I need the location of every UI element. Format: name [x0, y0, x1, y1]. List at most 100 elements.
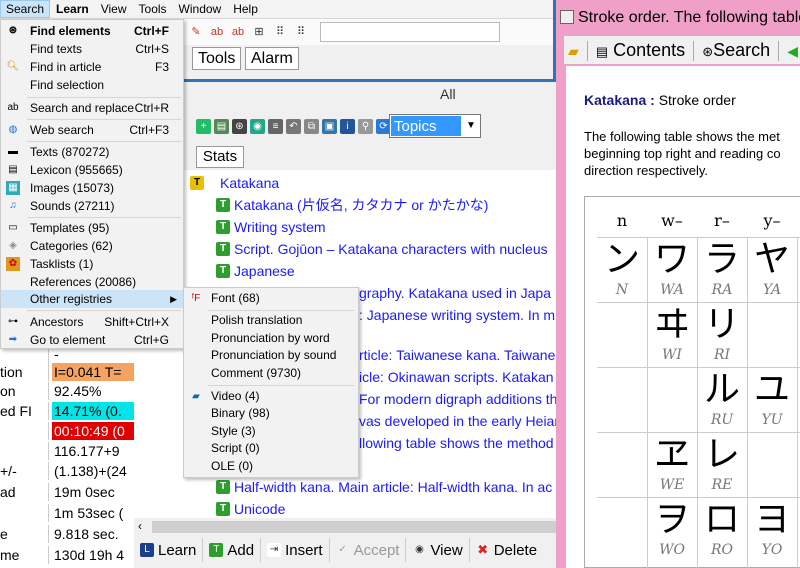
kana-cell: ユ YU: [753, 369, 790, 428]
topic-icon: T: [216, 480, 230, 494]
templates-icon: ▭: [8, 222, 18, 233]
toolbar-field[interactable]: [320, 22, 500, 42]
menu-tools[interactable]: Tools: [133, 0, 173, 18]
tree-row[interactable]: vas developed in the early Heian: [359, 410, 556, 432]
tree-row[interactable]: T Half-width kana. Main article: Half-wid…: [216, 476, 552, 498]
tab-stats[interactable]: Stats: [196, 146, 244, 168]
submenu-item-pronunciation-word[interactable]: Pronunciation by word: [184, 330, 358, 347]
menu-window[interactable]: Window: [173, 0, 228, 18]
submenu-item-binary[interactable]: Binary (98): [184, 405, 358, 422]
tree-row[interactable]: T Katakana: [190, 172, 279, 194]
add-icon[interactable]: +: [196, 118, 211, 134]
submenu-item-style[interactable]: Style (3): [184, 423, 358, 440]
copy-icon[interactable]: ⧉: [304, 118, 319, 134]
save-icon[interactable]: ▣: [322, 118, 337, 134]
menu-item-tasklists[interactable]: ✿ Tasklists (1): [1, 255, 183, 273]
spell-replace-icon[interactable]: ab: [230, 24, 246, 40]
search-button[interactable]: ⊛Search: [702, 40, 770, 60]
tree-row[interactable]: llowing table shows the method: [359, 432, 554, 454]
arrow-right-icon: ➡: [8, 334, 18, 345]
tree-row[interactable]: T Script. Gojūon – Katakana characters wi…: [216, 238, 548, 260]
insert-button[interactable]: ⇥ Insert: [261, 538, 330, 562]
menu-item-texts[interactable]: ▬ Texts (870272): [1, 143, 183, 161]
menu-item-images[interactable]: ▦ Images (15073): [1, 179, 183, 197]
tree-row[interactable]: graphy. Katakana used in Japa: [359, 282, 551, 304]
tab-alarm[interactable]: Alarm: [245, 47, 299, 70]
stats-row: ad 19m 0sec: [0, 483, 115, 501]
spell-check-icon[interactable]: ab: [209, 24, 225, 40]
kana-cell: レ RE: [703, 434, 740, 493]
tabs-row: Tools Alarm: [182, 45, 553, 72]
chevron-left-icon[interactable]: ‹: [138, 519, 142, 533]
topics-select-value: Topics: [391, 116, 461, 136]
delete-button[interactable]: ✖ Delete: [470, 538, 543, 562]
images-icon: ▦: [6, 181, 20, 195]
menu-item-templates[interactable]: ▭ Templates (95): [1, 219, 183, 237]
folder-icon[interactable]: ▰: [568, 43, 579, 59]
menu-view[interactable]: View: [95, 0, 133, 18]
stats-panel: - tion I=0.041 T= on 92.45% ed FI 14.71% (0…: [0, 345, 134, 568]
menu-item-search-replace[interactable]: ab Search and replace Ctrl+R: [1, 99, 183, 117]
accept-button[interactable]: ✓ Accept: [330, 538, 407, 562]
tree-row[interactable]: rticle: Taiwanese kana. Taiwane: [359, 344, 555, 366]
contents-button[interactable]: ▤ Contents: [596, 40, 685, 60]
tree-row[interactable]: T Unicode: [216, 498, 285, 520]
tree-row[interactable]: icle: Okinawan scripts. Katakan: [359, 366, 554, 388]
tree-row[interactable]: : Japanese writing system. In m: [359, 304, 555, 326]
pencil-icon[interactable]: ✎: [188, 24, 204, 40]
menu-item-go-to-element[interactable]: ➡ Go to element Ctrl+G: [1, 331, 183, 349]
submenu-item-comment[interactable]: Comment (9730): [184, 365, 358, 382]
tree-row[interactable]: T Katakana (片仮名, カタカナ or かたかな): [216, 194, 488, 216]
list-icon[interactable]: ≡: [268, 118, 283, 134]
chevron-right-icon: ▶: [170, 294, 177, 304]
menu-item-sounds[interactable]: ♫ Sounds (27211): [1, 197, 183, 215]
info-icon[interactable]: i: [340, 118, 355, 134]
stats-row: me 130d 19h 4: [0, 546, 125, 564]
submenu-item-polish-translation[interactable]: Polish translation: [184, 312, 358, 329]
menu-search[interactable]: Search: [0, 0, 51, 18]
undo-icon[interactable]: ↶: [286, 118, 301, 134]
binoculars-icon[interactable]: ⊛: [232, 118, 247, 134]
submenu-item-script[interactable]: Script (0): [184, 440, 358, 457]
menu-learn[interactable]: Learn: [50, 0, 95, 18]
scrollbar-thumb[interactable]: [152, 521, 556, 533]
format-toolbar: ✎ ab ab ⊞ ⠿ ⠿: [182, 19, 553, 45]
menu-item-categories[interactable]: ◈ Categories (62): [1, 237, 183, 255]
menu-item-find-texts[interactable]: Find texts Ctrl+S: [1, 40, 183, 58]
menu-item-ancestors[interactable]: ⊶ Ancestors Shift+Ctrl+X: [1, 313, 183, 331]
kana-cell: リ RI: [703, 304, 740, 363]
menu-item-find-in-article[interactable]: 🔍︎ Find in article F3: [1, 58, 183, 76]
binoculars-icon: ⊛: [702, 44, 714, 59]
kana-cell: ヰ WI: [653, 304, 690, 363]
back-icon[interactable]: ◀: [787, 43, 798, 59]
link-icon[interactable]: ⠿: [272, 24, 288, 40]
learn-button[interactable]: L Learn: [134, 538, 204, 562]
submenu-item-video[interactable]: ▰ Video (4): [184, 388, 358, 405]
submenu-item-pronunciation-sound[interactable]: Pronunciation by sound: [184, 347, 358, 364]
view-button[interactable]: ◉ View: [406, 538, 470, 562]
tab-tools[interactable]: Tools: [192, 47, 242, 70]
menu-help[interactable]: Help: [227, 0, 264, 18]
topics-select[interactable]: Topics ▼: [389, 114, 481, 138]
tree-row[interactable]: T Japanese: [216, 260, 295, 282]
menu-item-find-elements[interactable]: ⊛ Find elements Ctrl+F: [1, 22, 183, 40]
link2-icon[interactable]: ⠿: [293, 24, 309, 40]
menu-item-references[interactable]: References (20086): [1, 273, 183, 291]
horizontal-scrollbar[interactable]: ‹: [134, 518, 556, 536]
books-icon[interactable]: ▤: [214, 118, 229, 134]
submenu-item-ole[interactable]: OLE (0): [184, 458, 358, 475]
column-header: y–: [763, 211, 781, 230]
add-button[interactable]: T Add: [203, 538, 262, 562]
eye-icon[interactable]: ◉: [250, 118, 265, 134]
menu-item-other-registries[interactable]: Other registries ▶: [1, 290, 183, 308]
tree-row[interactable]: T Writing system: [216, 216, 326, 238]
menu-item-lexicon[interactable]: ▤ Lexicon (955665): [1, 161, 183, 179]
article-content: Katakana : Stroke order The following ta…: [566, 66, 800, 568]
submenu-item-font[interactable]: ᶠF Font (68): [184, 290, 358, 307]
split-icon[interactable]: ⊞: [251, 24, 267, 40]
tree-row[interactable]: For modern digraph additions th: [359, 388, 556, 410]
menu-item-find-selection[interactable]: Find selection: [1, 76, 183, 94]
filter-icon[interactable]: ⚲: [358, 118, 373, 134]
menu-item-web-search[interactable]: ◍ Web search Ctrl+F3: [1, 121, 183, 139]
stats-row: e 9.818 sec.: [0, 525, 119, 543]
